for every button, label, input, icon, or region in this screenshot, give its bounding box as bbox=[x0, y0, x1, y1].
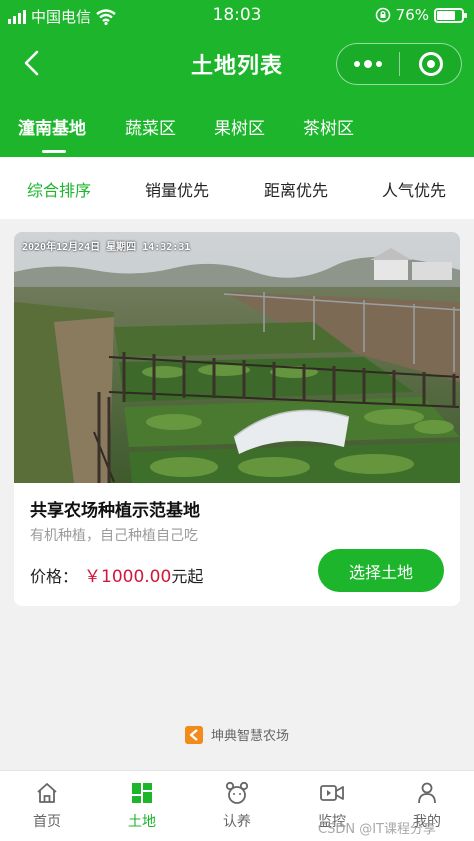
active-tab-indicator bbox=[42, 150, 66, 153]
tabbar-home[interactable]: 首页 bbox=[12, 781, 82, 831]
battery-icon bbox=[434, 7, 467, 23]
monitor-icon bbox=[320, 785, 344, 801]
land-description: 有机种植，自己种植自己吃 bbox=[30, 528, 198, 544]
land-title: 共享农场种植示范基地 bbox=[30, 501, 200, 521]
land-card[interactable]: 2020年12月24日 星期四 14:32:31 共享农场种植示范基地 有机种植… bbox=[14, 232, 460, 606]
brand-logo-icon bbox=[184, 725, 203, 744]
watermark: CSDN @IT课程分享 bbox=[318, 822, 436, 837]
sort-comprehensive[interactable]: 综合排序 bbox=[27, 177, 91, 201]
tabbar-home-label: 首页 bbox=[33, 814, 61, 830]
sort-distance[interactable]: 距离优先 bbox=[264, 177, 328, 201]
tabbar-adopt-label: 认养 bbox=[223, 814, 251, 830]
sort-popularity[interactable]: 人气优先 bbox=[382, 177, 446, 201]
more-icon[interactable] bbox=[337, 59, 399, 68]
select-land-button[interactable]: 选择土地 bbox=[318, 549, 444, 592]
farm-photo bbox=[14, 232, 460, 483]
tab-tongnan-base[interactable]: 潼南基地 bbox=[18, 114, 86, 139]
tab-orchard-area[interactable]: 果树区 bbox=[214, 114, 265, 139]
tab-tea-area[interactable]: 茶树区 bbox=[303, 114, 354, 139]
adopt-icon bbox=[225, 781, 249, 804]
rotation-lock-icon bbox=[375, 7, 390, 23]
battery-percent: 76% bbox=[395, 6, 429, 24]
brand-name: 坤典智慧农场 bbox=[210, 729, 289, 744]
user-icon bbox=[418, 782, 436, 804]
navigation-bar: 土地列表 bbox=[0, 36, 474, 90]
sort-sales[interactable]: 销量优先 bbox=[145, 177, 209, 201]
status-bar: 中国电信 18:03 76% bbox=[0, 0, 474, 32]
tabbar-land[interactable]: 土地 bbox=[107, 781, 177, 831]
land-icon bbox=[132, 783, 152, 803]
brand-footer: 坤典智慧农场 bbox=[0, 725, 474, 744]
tabbar-land-label: 土地 bbox=[128, 814, 156, 830]
close-icon[interactable] bbox=[400, 52, 461, 76]
sort-bar: 综合排序 销量优先 距离优先 人气优先 bbox=[0, 157, 474, 219]
price-row: 价格： ￥1000.00 元起 bbox=[30, 562, 203, 587]
price-suffix: 元起 bbox=[171, 567, 204, 586]
mini-program-capsule bbox=[336, 43, 462, 85]
top-header: 中国电信 18:03 76% 土地列表 潼南基地 蔬菜区 果树区 茶树区 bbox=[0, 0, 474, 157]
price-label: 价格： bbox=[30, 567, 79, 586]
photo-timestamp: 2020年12月24日 星期四 14:32:31 bbox=[22, 242, 191, 253]
category-tabs: 潼南基地 蔬菜区 果树区 茶树区 bbox=[0, 100, 474, 156]
price-value: ￥1000.00 bbox=[84, 567, 172, 587]
tabbar-adopt[interactable]: 认养 bbox=[202, 781, 272, 831]
home-icon bbox=[37, 783, 57, 803]
tab-vegetable-area[interactable]: 蔬菜区 bbox=[125, 114, 176, 139]
